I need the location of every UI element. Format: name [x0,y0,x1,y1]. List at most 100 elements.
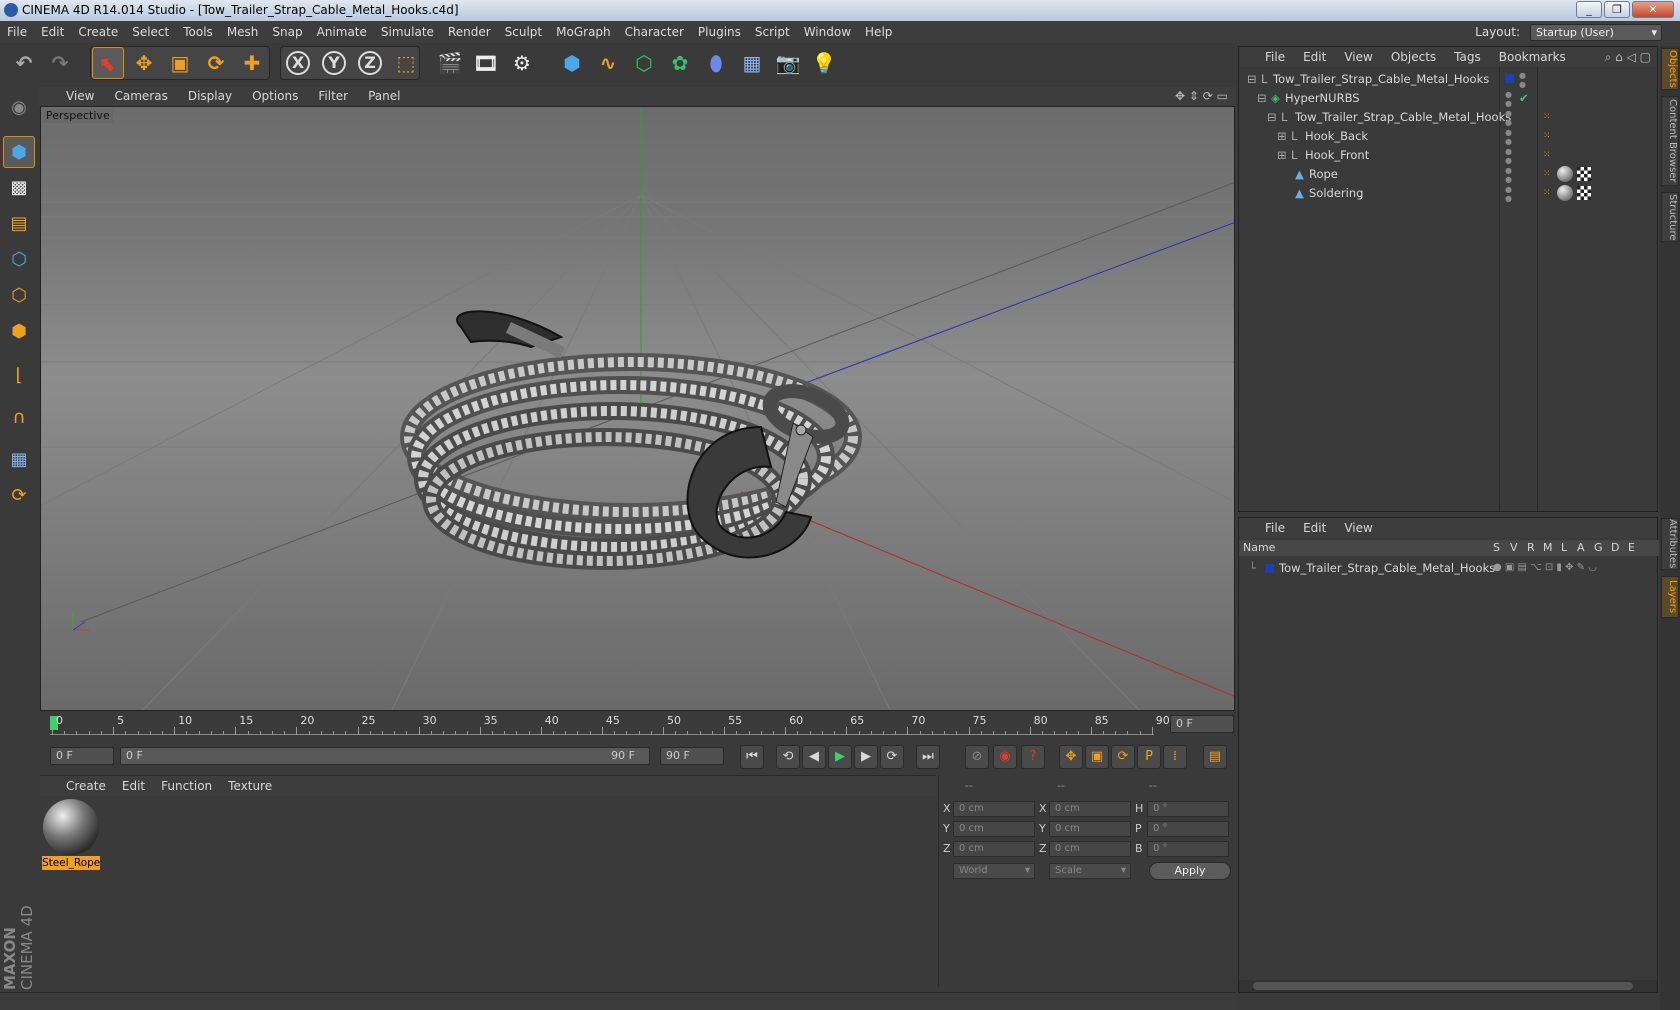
go-to-next-key-button[interactable]: ⟳ [880,745,904,769]
redo-button[interactable]: ↷ [44,47,76,79]
end-frame-field[interactable]: 90 F [660,747,724,765]
menu-mograph[interactable]: MoGraph [549,21,618,43]
viewport-menu-view[interactable]: View [66,89,94,103]
render-settings-icon[interactable]: ⚙ [506,47,538,79]
object-menu-edit[interactable]: Edit [1303,50,1326,64]
visibility-dots-icon[interactable]: ● ● [1505,166,1512,184]
tab-content-browser[interactable]: Content Browser [1661,96,1679,186]
visibility-dots-icon[interactable]: ● ● [1519,71,1526,89]
floor-scene-icon[interactable]: ▦ [736,47,768,79]
start-frame-field[interactable]: 0 F [50,747,114,765]
render-picture-viewer-icon[interactable]: 🎞 [470,47,502,79]
object-menu-objects[interactable]: Objects [1391,50,1436,64]
viewport-menu-panel[interactable]: Panel [368,89,400,103]
layer-row[interactable]: └ Tow_Trailer_Strap_Cable_Metal_Hooks ● … [1239,558,1659,578]
tab-structure[interactable]: Structure [1661,192,1679,242]
go-to-end-button[interactable]: ⏭ [916,745,940,769]
object-row[interactable]: ⊞ L Hook_Front ● ● ⁙ [1239,145,1659,165]
layer-menu-edit[interactable]: Edit [1303,521,1326,535]
key-parameter-icon[interactable]: P [1137,745,1161,769]
timeline-window-icon[interactable]: ▤ [1203,745,1227,769]
polygons-mode-icon[interactable]: ⬢ [3,316,35,348]
light-icon[interactable]: 💡 [808,47,840,79]
object-row[interactable]: ⊞ L Hook_Back ● ● ⁙ [1239,126,1659,146]
object-menu-tags[interactable]: Tags [1454,50,1481,64]
key-point-level-icon[interactable]: ⁞ [1163,745,1187,769]
object-row[interactable]: ⊟ L Tow_Trailer_Strap_Cable_Metal_Hooks … [1239,69,1659,89]
position-x-field[interactable]: 0 cm [953,801,1035,817]
render-view-icon[interactable]: 🎬 [434,47,466,79]
menu-animate[interactable]: Animate [310,21,374,43]
menu-edit[interactable]: Edit [34,21,71,43]
material-tag-icon[interactable] [1557,185,1573,201]
position-y-field[interactable]: 0 cm [953,821,1035,837]
visibility-dots-icon[interactable]: ● ● [1505,185,1512,203]
uvw-tag-icon[interactable] [1577,167,1591,181]
layer-menu-file[interactable]: File [1265,521,1285,535]
edges-mode-icon[interactable]: ⬡ [3,280,35,312]
menu-window[interactable]: Window [797,21,858,43]
phong-tag-icon[interactable]: ⁙ [1543,107,1551,127]
sculpt-grid-icon[interactable]: ⟳ [3,480,35,512]
material-swatch[interactable]: Steel_Rope [42,798,100,870]
move-tool-icon[interactable]: ✥ [128,47,160,79]
play-button[interactable]: ▶ [828,745,852,769]
visibility-dots-icon[interactable]: ● ● [1505,147,1512,165]
layer-color-swatch[interactable] [1265,564,1274,573]
rotate-tool-icon[interactable]: ⟳ [200,47,232,79]
visibility-dots-icon[interactable]: ● ● [1505,90,1512,108]
menu-mesh[interactable]: Mesh [220,21,266,43]
phong-tag-icon[interactable]: ⁙ [1543,164,1551,184]
menu-script[interactable]: Script [748,21,797,43]
menu-help[interactable]: Help [858,21,899,43]
points-mode-icon[interactable]: ⬡ [3,244,35,276]
model-mode-icon[interactable]: ⬢ [3,136,35,168]
cube-object-icon[interactable]: ⬢ [556,47,588,79]
object-row[interactable]: ⊟ L Tow_Trailer_Strap_Cable_Metal_Hooks … [1239,107,1659,127]
record-keys-icon[interactable]: ⊘ [965,745,989,769]
object-menu-file[interactable]: File [1265,50,1285,64]
uvw-tag-icon[interactable] [1577,186,1591,200]
timeline-ruler[interactable]: 0 5 10 15 20 25 30 35 40 45 50 55 60 65 70 75 80 85 90 0 F [40,711,1235,737]
material-menu-texture[interactable]: Texture [228,779,272,793]
phong-tag-icon[interactable]: ⁙ [1543,145,1551,165]
z-axis-lock-button[interactable]: Z [354,47,386,79]
coord-size-mode-select[interactable]: Scale ▾ [1049,863,1131,879]
maximize-button[interactable]: ❐ [1604,1,1630,18]
menu-sculpt[interactable]: Sculpt [498,21,549,43]
live-selection-icon[interactable]: ⬉ [92,47,124,79]
size-z-field[interactable]: 0 cm [1049,841,1131,857]
tab-attributes[interactable]: Attributes [1661,518,1679,570]
viewport-nav-icons[interactable]: ✥ ⇕ ⟳ ▭ [1175,87,1228,106]
enabled-check-icon[interactable]: ✔ [1519,88,1529,108]
key-rotation-icon[interactable]: ⟳ [1111,745,1135,769]
search-icon[interactable]: ⌕ ⌂ ◁ ▢ [1605,47,1651,67]
material-menu-edit[interactable]: Edit [122,779,145,793]
material-menu-create[interactable]: Create [66,779,106,793]
coord-mode-select[interactable]: World ▾ [953,863,1035,879]
rotation-b-field[interactable]: 0 ° [1147,841,1229,857]
material-tag-icon[interactable] [1557,166,1573,182]
camera-icon[interactable]: 📷 [772,47,804,79]
phong-tag-icon[interactable]: ⁙ [1543,126,1551,146]
transform-tool-icon[interactable]: ✚ [236,47,268,79]
key-scale-icon[interactable]: ▣ [1085,745,1109,769]
tab-layers[interactable]: Layers [1661,576,1679,618]
menu-render[interactable]: Render [441,21,498,43]
size-y-field[interactable]: 0 cm [1049,821,1131,837]
coordinate-system-icon[interactable]: ⬚ [390,47,422,79]
spline-pen-icon[interactable]: ∿ [592,47,624,79]
viewport-menu-display[interactable]: Display [188,89,232,103]
scrollbar-thumb[interactable] [1253,982,1633,990]
texture-mode-icon[interactable]: ▩ [3,172,35,204]
viewport-menu-cameras[interactable]: Cameras [114,89,167,103]
layer-toggle-icons[interactable]: ● ▣ ▤ ⌥ ⊡ ▮ ✥ ✎ ◡ [1493,558,1597,578]
visibility-dots-icon[interactable]: ● ● [1505,109,1512,127]
undo-button[interactable]: ↶ [8,47,40,79]
previous-frame-button[interactable]: ◀ [802,745,826,769]
keyframe-selection-icon[interactable]: ? [1021,745,1045,769]
menu-tools[interactable]: Tools [176,21,220,43]
visibility-dots-icon[interactable]: ● ● [1505,128,1512,146]
viewport-menu-filter[interactable]: Filter [318,89,348,103]
menu-create[interactable]: Create [71,21,125,43]
